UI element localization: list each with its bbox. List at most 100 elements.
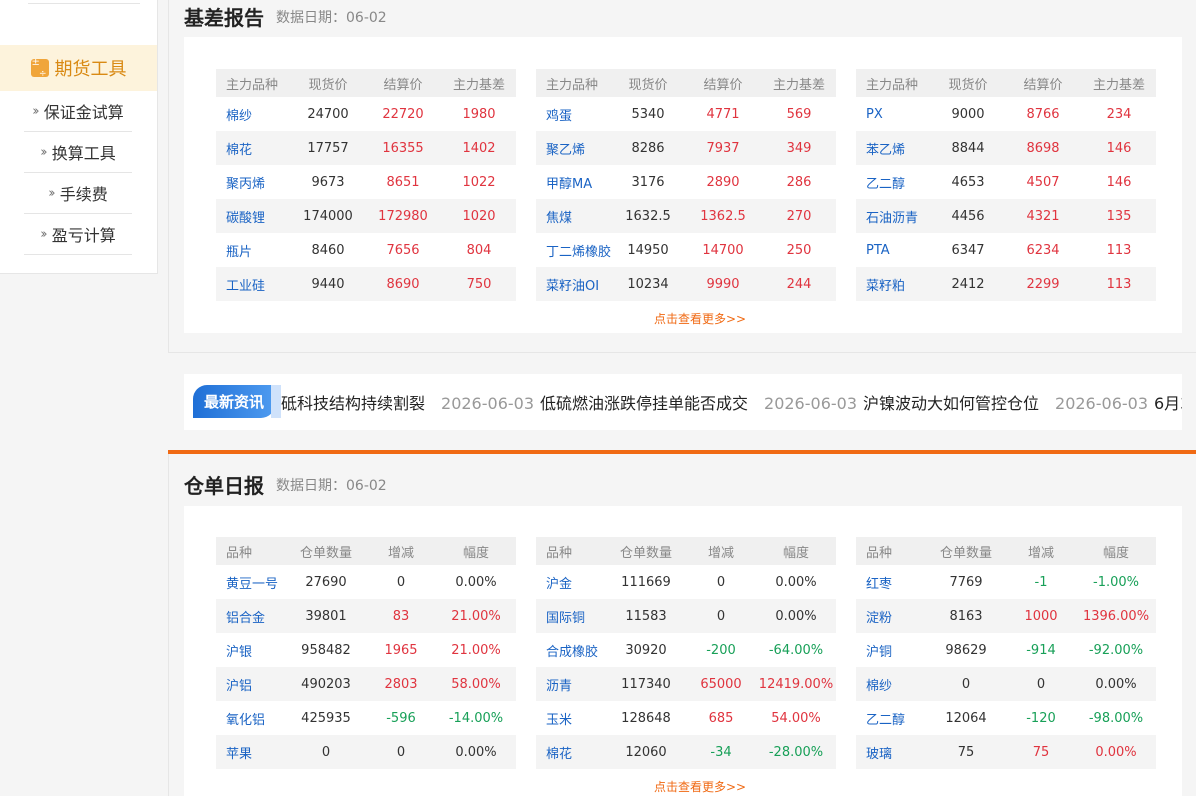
column-header: 幅度 [756,537,836,565]
cell-value: -1.00% [1093,574,1139,590]
sidebar-item-pnl-calc[interactable]: ›› 盈亏计算 [24,214,132,255]
cell-value: 30920 [625,642,667,658]
table-row: 棉花 12060 -34 -28.00% [536,735,836,769]
product-name-link[interactable]: 乙二醇 [856,701,926,735]
table-row: 氧化铝 425935 -596 -14.00% [216,701,516,735]
column-header: 主力基差 [442,69,516,97]
cell-value: -120 [1026,710,1056,726]
cell-value: 8690 [364,267,442,301]
cell-value: 113 [1106,242,1132,258]
cell-value: 24700 [307,106,349,122]
product-name-link[interactable]: 国际铜 [536,599,606,633]
cell-value: 174000 [292,199,364,233]
cell-value: 569 [786,106,812,122]
product-name-link[interactable]: 铝合金 [216,599,286,633]
product-name-link[interactable]: 苯乙烯 [856,131,932,165]
product-name-link[interactable]: 沪铜 [856,633,926,667]
news-headline-link[interactable]: 6月3日收盘消 [1154,394,1182,413]
cell-value: 39801 [286,599,366,633]
column-header: 主力基差 [1082,69,1156,97]
table-row: PX 9000 8766 234 [856,97,1156,131]
product-name-link[interactable]: PX [856,97,932,131]
product-name-link[interactable]: 棉纱 [856,667,926,701]
cell-value: -92.00% [1088,642,1144,658]
column-header: 品种 [216,537,286,565]
product-name-link[interactable]: 棉花 [216,131,292,165]
cell-value: 8698 [1004,131,1082,165]
news-headline-link[interactable]: 低硫燃油涨跌停挂单能否成交 [540,394,748,413]
product-name-link[interactable]: 工业硅 [216,267,292,301]
cell-value: 1980 [462,106,496,122]
cell-value: -200 [706,642,736,658]
cell-value: 244 [762,267,836,301]
product-name-link[interactable]: 鸡蛋 [536,97,612,131]
cell-value: 12060 [606,735,686,769]
product-name-link[interactable]: 黄豆一号 [216,565,286,599]
sidebar-item-conversion[interactable]: ›› 换算工具 [24,132,132,173]
column-header: 增减 [1006,537,1076,565]
product-name-link[interactable]: 沥青 [536,667,606,701]
product-name-link[interactable]: 氧化铝 [216,701,286,735]
table-row: 苯乙烯 8844 8698 146 [856,131,1156,165]
product-name-link[interactable]: 菜籽油OI [536,267,612,301]
warehouse-section-title: 仓单日报 [184,474,264,498]
product-name-link[interactable]: 乙二醇 [856,165,932,199]
sidebar-title: 期货工具 [54,59,127,80]
product-name-link[interactable]: 瓶片 [216,233,292,267]
product-name-link[interactable]: 碳酸锂 [216,199,292,233]
product-name-link[interactable]: 红枣 [856,565,926,599]
sidebar-item-fees[interactable]: ›› 手续费 [24,173,132,214]
cell-value: 804 [466,242,492,258]
cell-value: 685 [708,710,734,726]
cell-value: 4653 [951,174,985,190]
product-name-link[interactable]: 玻璃 [856,735,926,769]
basis-more-link[interactable]: 点击查看更多>> [654,310,746,327]
product-name-link[interactable]: 玉米 [536,701,606,735]
table-row: 棉纱 0 0 0.00% [856,667,1156,701]
cell-value: 3176 [631,174,665,190]
product-name-link[interactable]: 苹果 [216,735,286,769]
column-header: 仓单数量 [286,537,366,565]
news-headline-link[interactable]: 沪镍波动大如何管控仓位 [863,394,1039,413]
cell-value: -14.00% [448,710,504,726]
cell-value: 75 [1006,735,1076,769]
warehouse-more-link[interactable]: 点击查看更多>> [654,778,746,795]
sidebar-header[interactable]: 期货工具 [0,45,157,91]
cell-value: 286 [786,174,812,190]
product-name-link[interactable]: 沪铝 [216,667,286,701]
product-name-link[interactable]: 石油沥青 [856,199,932,233]
product-name-link[interactable]: 聚丙烯 [216,165,292,199]
product-name-link[interactable]: 焦煤 [536,199,612,233]
product-name-link[interactable]: PTA [856,233,932,267]
news-headline-link[interactable]: 砥科技结构持续割裂 [281,394,425,413]
table-row: 工业硅 9440 8690 750 [216,267,516,301]
cell-value: 146 [1082,131,1156,165]
warehouse-table: 品种 仓单数量 增减 幅度 红枣 7769 -1 -1.00% 淀粉 8163 1000 1396.0… [856,537,1156,769]
cell-value: 17757 [292,131,364,165]
product-name-link[interactable]: 聚乙烯 [536,131,612,165]
product-name-link[interactable]: 合成橡胶 [536,633,606,667]
cell-value: 8163 [926,599,1006,633]
cell-value: 128648 [621,710,671,726]
cell-value: 1020 [442,199,516,233]
sidebar-item-margin-calc[interactable]: ›› 保证金试算 [24,91,132,132]
cell-value: 270 [762,199,836,233]
column-header: 主力基差 [762,69,836,97]
chevron-right-icon: ›› [48,185,56,201]
product-name-link[interactable]: 棉纱 [216,97,292,131]
cell-value: 98629 [945,642,987,658]
table-row: 苹果 0 0 0.00% [216,735,516,769]
product-name-link[interactable]: 沪金 [536,565,606,599]
product-name-link[interactable]: 棉花 [536,735,606,769]
table-row: 合成橡胶 30920 -200 -64.00% [536,633,836,667]
cell-value: 5340 [631,106,665,122]
product-name-link[interactable]: 甲醇MA [536,165,612,199]
product-name-link[interactable]: 沪银 [216,633,286,667]
cell-value: 0.00% [775,574,817,590]
product-name-link[interactable]: 丁二烯橡胶 [536,233,612,267]
cell-value: 6347 [951,242,985,258]
news-date: 2026-06-03 [441,394,534,413]
cell-value: 0.00% [1076,735,1156,769]
product-name-link[interactable]: 菜籽粕 [856,267,932,301]
product-name-link[interactable]: 淀粉 [856,599,926,633]
